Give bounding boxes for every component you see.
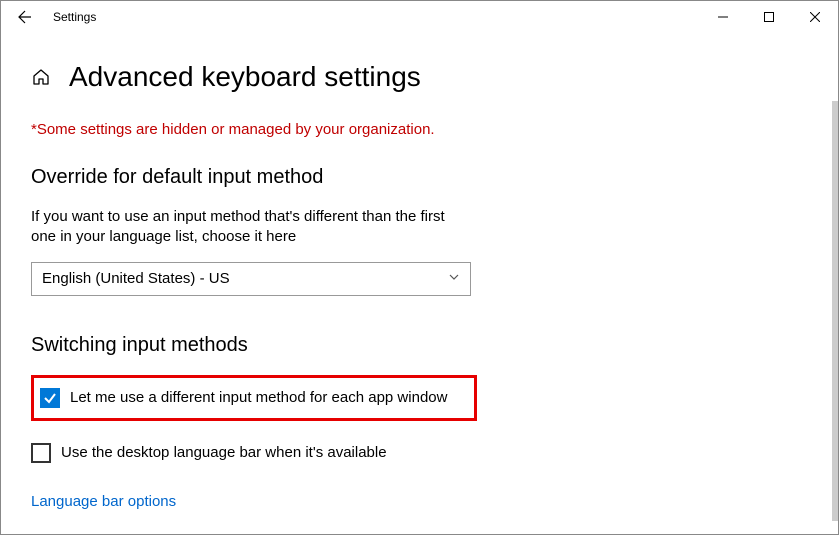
desktop-language-bar-checkbox[interactable] bbox=[31, 443, 51, 463]
desktop-language-bar-label: Use the desktop language bar when it's a… bbox=[61, 444, 387, 461]
per-app-input-option-highlight: Let me use a different input method for … bbox=[31, 375, 477, 421]
home-icon[interactable] bbox=[31, 67, 51, 87]
language-bar-options-link[interactable]: Language bar options bbox=[31, 493, 176, 510]
vertical-scrollbar[interactable] bbox=[832, 101, 838, 521]
page-header: Advanced keyboard settings bbox=[31, 61, 808, 93]
minimize-button[interactable] bbox=[700, 1, 746, 33]
maximize-icon bbox=[764, 12, 774, 22]
window-controls bbox=[700, 1, 838, 33]
input-method-dropdown[interactable]: English (United States) - US bbox=[31, 262, 471, 296]
titlebar: Settings bbox=[1, 1, 838, 33]
close-button[interactable] bbox=[792, 1, 838, 33]
page-title: Advanced keyboard settings bbox=[69, 61, 421, 93]
per-app-input-label: Let me use a different input method for … bbox=[70, 389, 447, 406]
per-app-input-checkbox[interactable] bbox=[40, 388, 60, 408]
window-title: Settings bbox=[53, 10, 96, 24]
settings-window: Settings Advanced keyboard settings *Som… bbox=[0, 0, 839, 535]
minimize-icon bbox=[718, 12, 728, 22]
desktop-language-bar-option: Use the desktop language bar when it's a… bbox=[31, 443, 808, 463]
chevron-down-icon bbox=[448, 270, 460, 288]
dropdown-selected-value: English (United States) - US bbox=[42, 270, 230, 287]
content-area: Advanced keyboard settings *Some setting… bbox=[1, 33, 838, 511]
override-description: If you want to use an input method that'… bbox=[31, 207, 461, 248]
check-icon bbox=[43, 391, 57, 405]
switching-section-title: Switching input methods bbox=[31, 334, 808, 357]
arrow-left-icon bbox=[17, 9, 33, 25]
org-warning: *Some settings are hidden or managed by … bbox=[31, 121, 808, 138]
override-section-title: Override for default input method bbox=[31, 166, 808, 189]
maximize-button[interactable] bbox=[746, 1, 792, 33]
close-icon bbox=[810, 12, 820, 22]
back-button[interactable] bbox=[9, 1, 41, 33]
switching-section: Switching input methods Let me use a dif… bbox=[31, 334, 808, 511]
